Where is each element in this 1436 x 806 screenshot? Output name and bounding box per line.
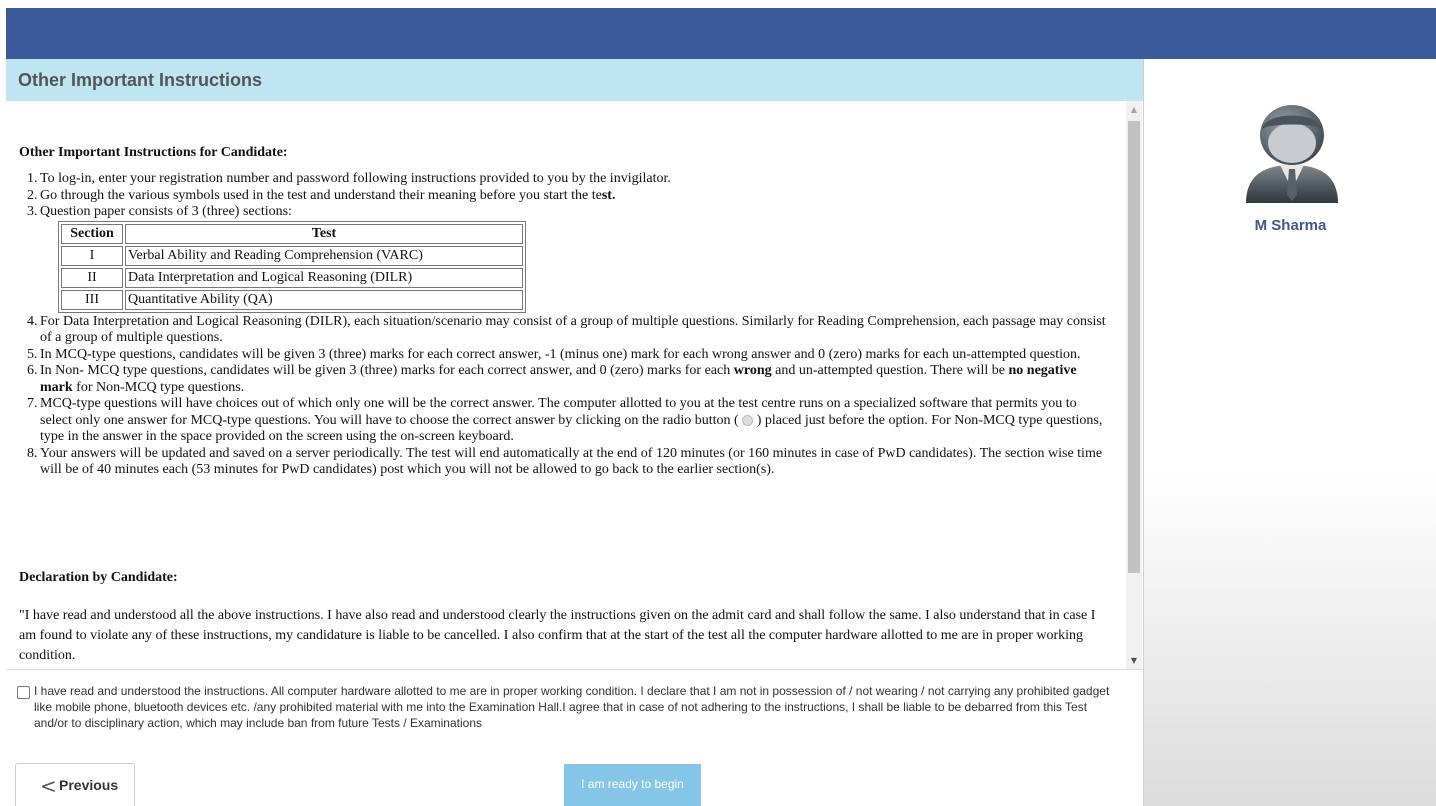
- instructions-header: Other Important Instructions: [6, 59, 1143, 101]
- instructions-heading: Other Important Instructions for Candida…: [19, 145, 288, 160]
- previous-button-label: Previous: [59, 777, 119, 793]
- list-item: 4. For Data Interpretation and Logical R…: [27, 313, 1106, 346]
- candidate-name: M Sharma: [1254, 217, 1327, 234]
- section-cell: I: [61, 245, 123, 266]
- test-cell: Data Interpretation and Logical Reasonin…: [125, 267, 523, 288]
- table-row: I Verbal Ability and Reading Comprehensi…: [61, 245, 523, 266]
- list-item: 5. In MCQ-type questions, candidates wil…: [27, 346, 1081, 362]
- instructions-panel[interactable]: Other Important Instructions for Candida…: [6, 101, 1125, 669]
- section-cell: II: [61, 267, 123, 288]
- user-avatar-icon: [1246, 105, 1338, 203]
- declaration-text: "I have read and understood all the abov…: [19, 608, 1096, 663]
- table-row: III Quantitative Ability (QA): [61, 289, 523, 310]
- column-header-test: Test: [125, 223, 523, 244]
- table-row: II Data Interpretation and Logical Reaso…: [61, 267, 523, 288]
- declaration-heading: Declaration by Candidate:: [19, 570, 178, 585]
- list-item: 8. Your answers will be updated and save…: [27, 445, 1103, 478]
- ready-to-begin-button[interactable]: I am ready to begin: [564, 764, 701, 806]
- radio-button-icon: [742, 414, 754, 426]
- instructions-scrollbar[interactable]: ▲ ▼: [1126, 101, 1142, 669]
- agreement-checkbox[interactable]: [17, 686, 30, 699]
- scrollbar-thumb[interactable]: [1128, 121, 1140, 573]
- top-banner: [6, 8, 1436, 59]
- test-cell: Verbal Ability and Reading Comprehension…: [125, 245, 523, 266]
- agreement-text: I have read and understood the instructi…: [34, 684, 1110, 730]
- scroll-down-arrow-icon[interactable]: ▼: [1126, 656, 1142, 665]
- list-item: 6. In Non- MCQ type questions, candidate…: [27, 363, 1077, 395]
- table-header-row: Section Test: [61, 223, 523, 244]
- previous-button[interactable]: < Previous: [15, 763, 135, 806]
- list-item: 1. To log-in, enter your registration nu…: [27, 171, 671, 186]
- instructions-list: 1. To log-in, enter your registration nu…: [6, 171, 1106, 479]
- list-item: 7. MCQ-type questions will have choices …: [27, 396, 1103, 444]
- test-cell: Quantitative Ability (QA): [125, 289, 523, 310]
- column-header-section: Section: [61, 223, 123, 244]
- sections-table: Section Test I Verbal Ability and Readin…: [58, 220, 526, 313]
- scroll-up-arrow-icon[interactable]: ▲: [1126, 105, 1142, 114]
- chevron-left-icon: <: [40, 774, 57, 798]
- divider: [6, 669, 1143, 670]
- page-title: Other Important Instructions: [18, 70, 263, 90]
- list-item: 3. Question paper consists of 3 (three) …: [27, 204, 292, 219]
- section-cell: III: [61, 289, 123, 310]
- candidate-sidebar: M Sharma: [1143, 59, 1436, 806]
- list-item: 2. Go through the various symbols used i…: [27, 187, 616, 203]
